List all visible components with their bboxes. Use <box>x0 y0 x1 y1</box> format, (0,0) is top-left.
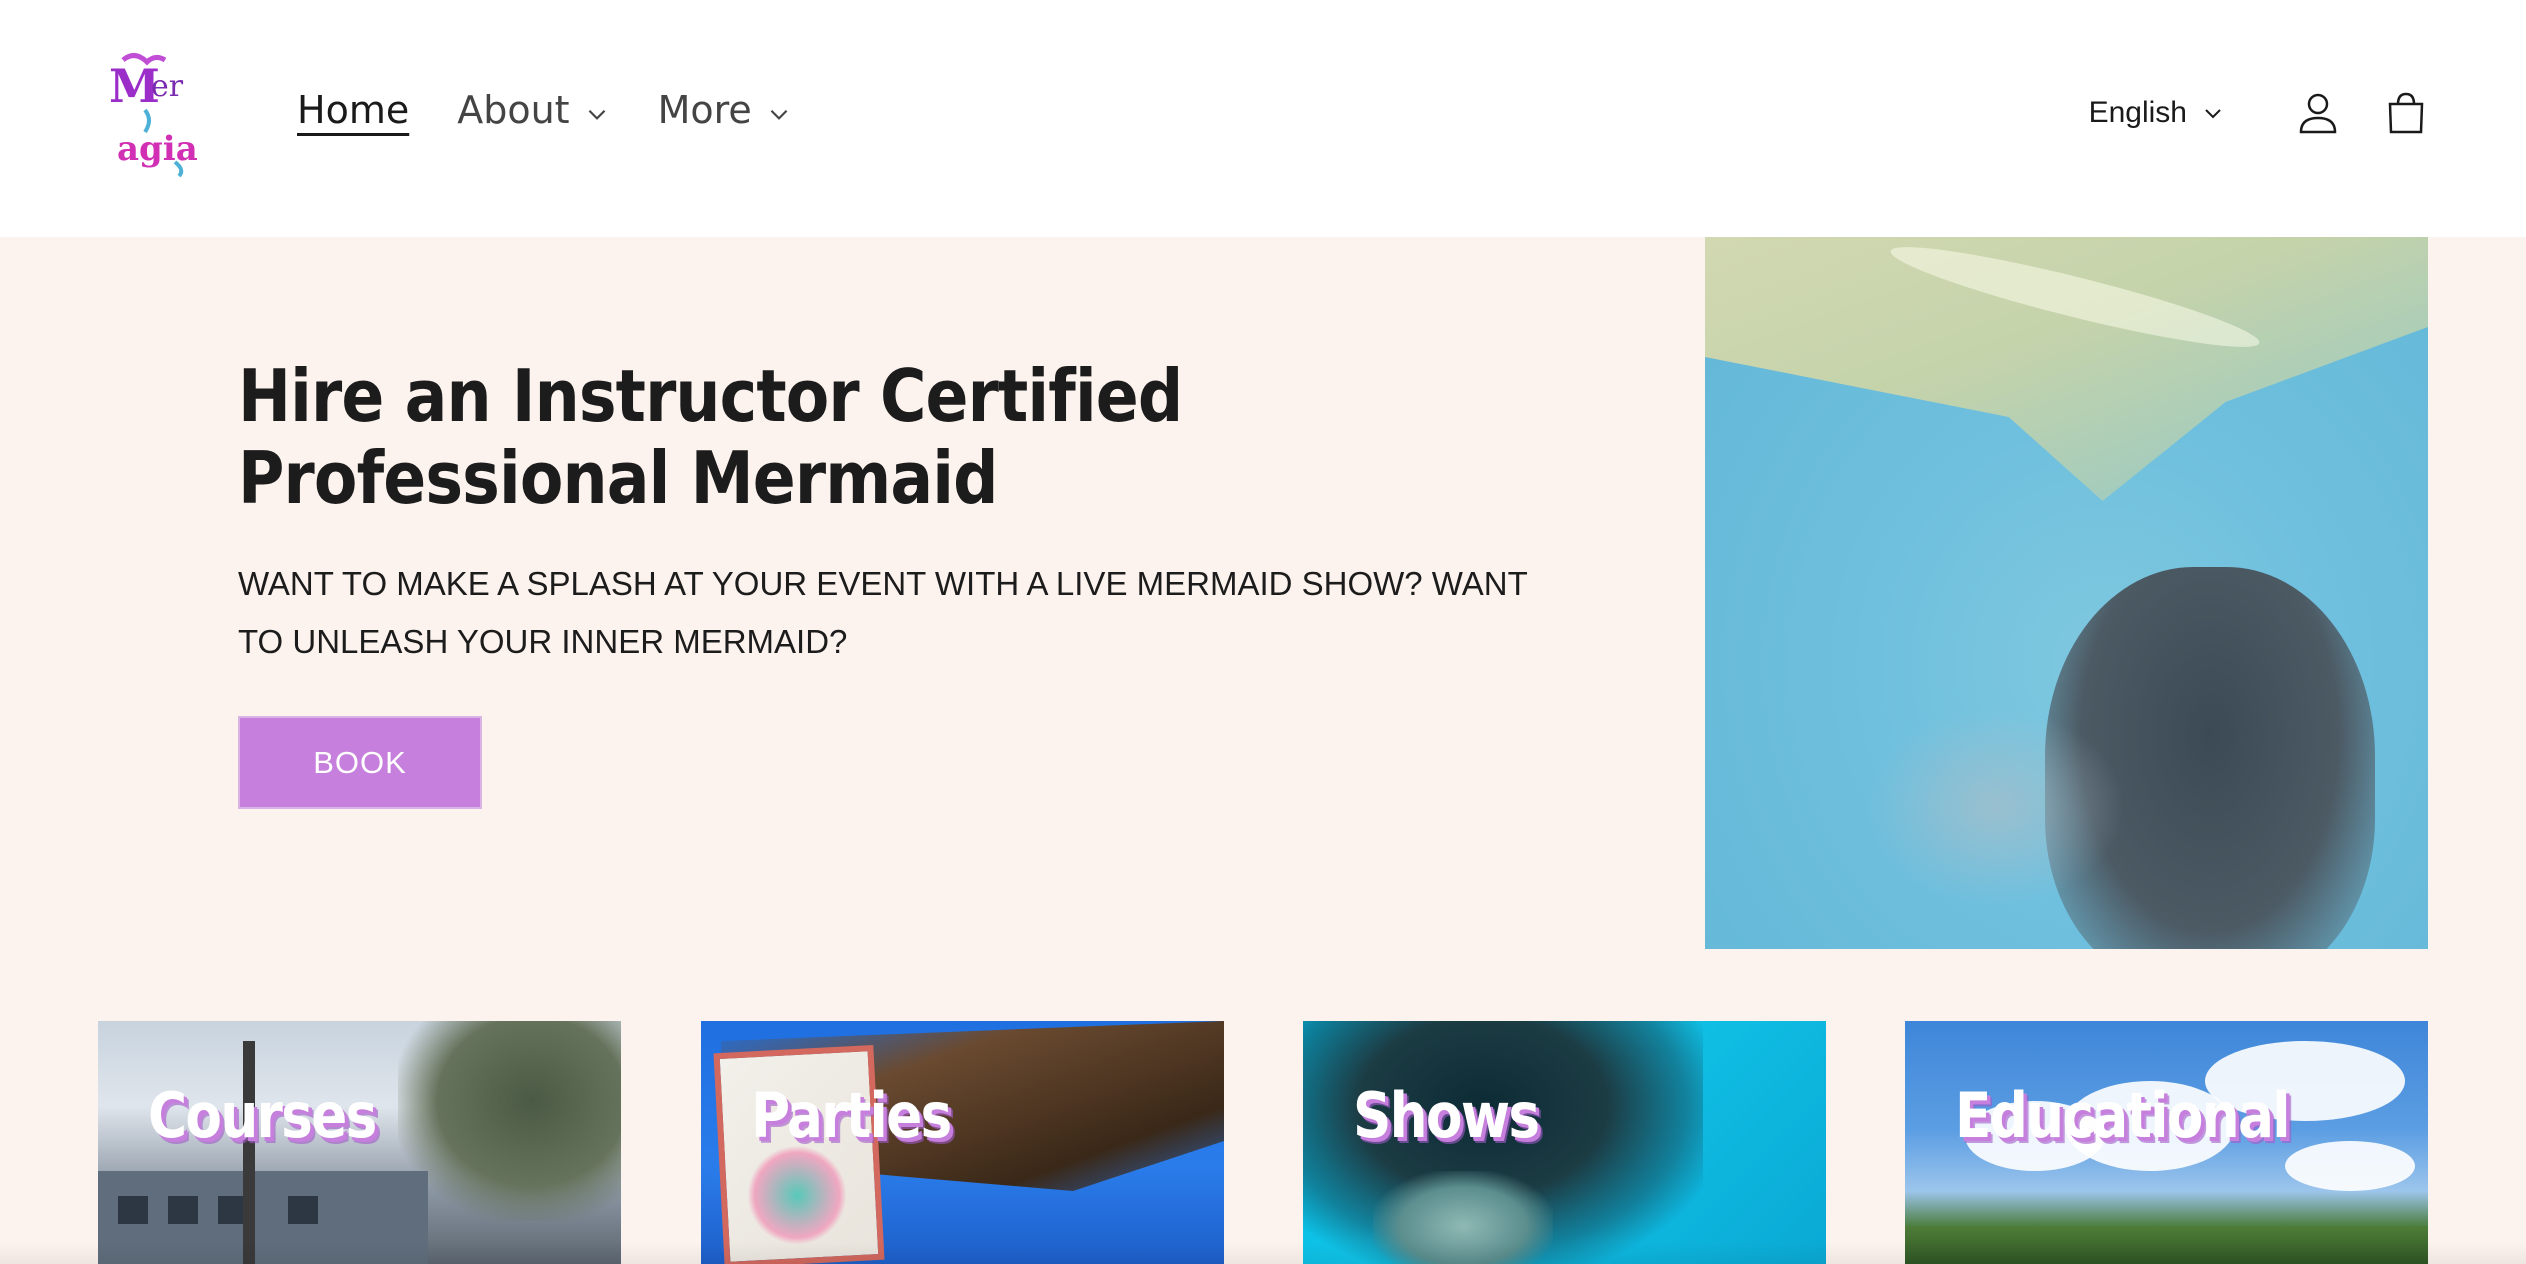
nav-about-label: About <box>457 88 570 132</box>
nav-more[interactable]: More <box>658 88 792 132</box>
sign-shape <box>713 1044 885 1264</box>
lamp-post-shape <box>243 1041 255 1264</box>
language-selector[interactable]: English <box>2089 96 2225 130</box>
book-button[interactable]: BOOK <box>238 716 482 809</box>
svg-text:er: er <box>151 69 184 104</box>
header-actions: English <box>2089 88 2431 138</box>
face-shape <box>1373 1171 1553 1264</box>
category-card-parties[interactable]: Parties <box>701 1021 1224 1264</box>
treeline-shape <box>1905 1226 2428 1264</box>
language-label: English <box>2088 96 2187 129</box>
category-card-courses[interactable]: Courses <box>98 1021 621 1264</box>
category-cards: Courses Parties Shows Educational <box>0 1021 2526 1264</box>
category-label: Courses <box>148 1079 377 1152</box>
logo[interactable]: M er agia <box>105 50 205 180</box>
category-label: Shows <box>1353 1079 1540 1152</box>
window-shape <box>288 1196 318 1224</box>
window-shape <box>118 1196 148 1224</box>
chevron-down-icon <box>770 109 788 120</box>
site-header: M er agia Home About More English <box>0 0 2526 237</box>
sign-art-shape <box>744 1142 850 1248</box>
category-label: Educational <box>1955 1079 2291 1152</box>
category-card-educational[interactable]: Educational <box>1905 1021 2428 1264</box>
account-icon[interactable] <box>2293 88 2343 138</box>
hero-subtitle: WANT TO MAKE A SPLASH AT YOUR EVENT WITH… <box>238 565 1528 660</box>
cloud-shape <box>2285 1141 2415 1191</box>
main-nav: Home About More <box>297 88 840 132</box>
nav-home-label: Home <box>297 88 410 132</box>
svg-text:agia: agia <box>117 129 198 169</box>
chevron-down-icon <box>2205 109 2221 119</box>
category-label: Parties <box>751 1079 952 1152</box>
chevron-down-icon <box>588 109 605 120</box>
palm-tree-shape <box>398 1021 621 1221</box>
swimmer-face-shape <box>1865 707 2125 907</box>
hero-image <box>1705 237 2428 949</box>
window-shape <box>168 1196 198 1224</box>
hero-title: Hire an Instructor Certified Professiona… <box>238 354 1183 520</box>
category-card-shows[interactable]: Shows <box>1303 1021 1826 1264</box>
nav-more-label: More <box>657 88 752 132</box>
nav-about[interactable]: About <box>457 88 609 132</box>
logo-mark-icon: M er agia <box>109 53 198 178</box>
nav-home[interactable]: Home <box>297 88 409 132</box>
cart-icon[interactable] <box>2381 88 2431 138</box>
